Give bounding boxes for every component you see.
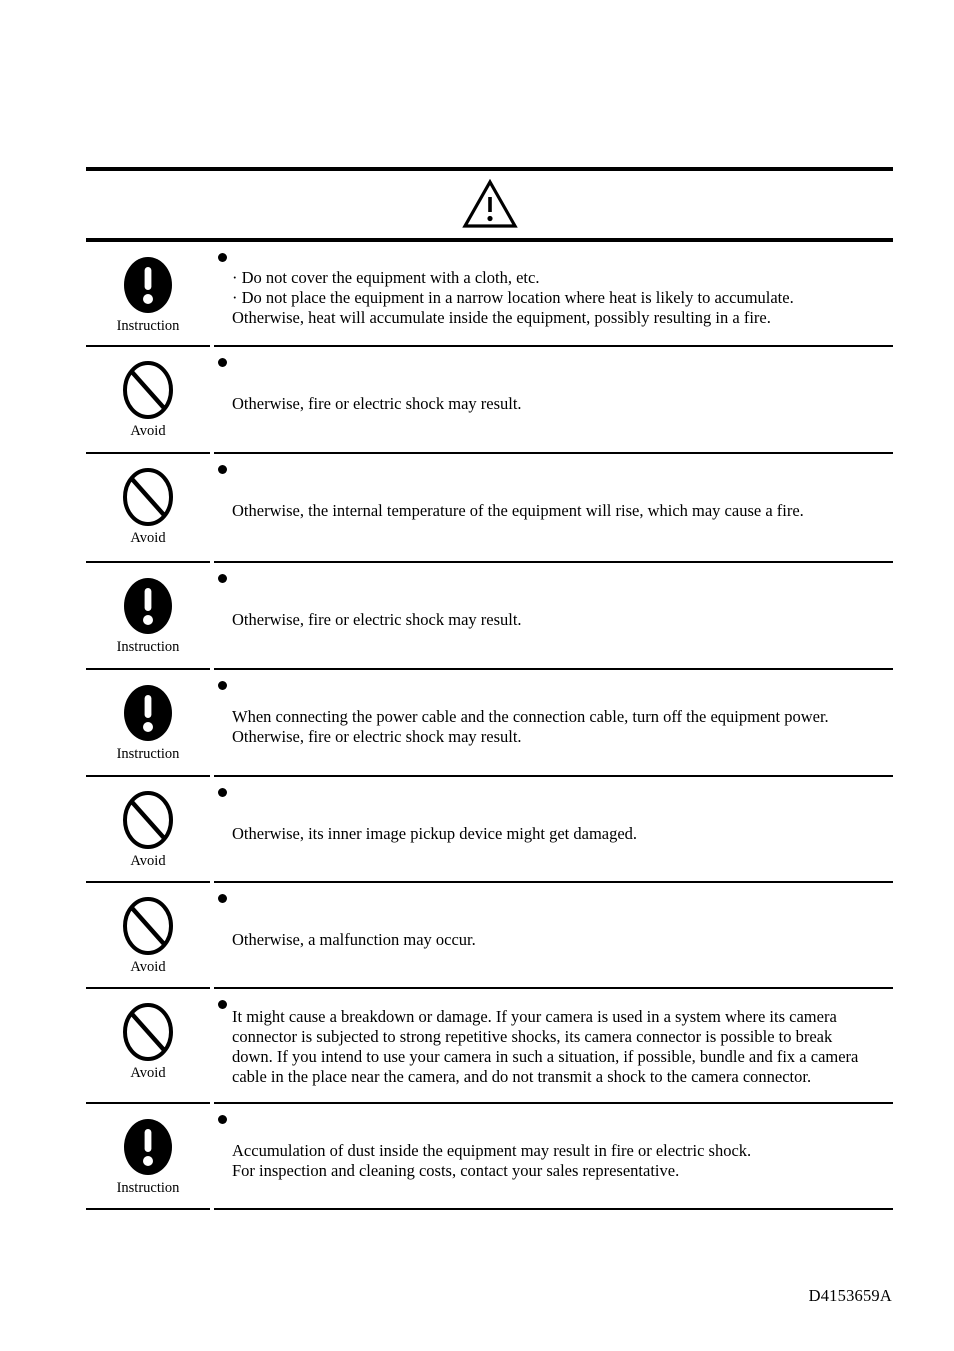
safety-message-line: Accumulation of dust inside the equipmen… (232, 1141, 752, 1160)
safety-message: It might cause a breakdown or damage. If… (232, 989, 887, 1087)
bullet-dot-icon (218, 574, 227, 583)
safety-message: Otherwise, the internal temperature of t… (232, 454, 887, 521)
safety-text-cell: It might cause a breakdown or damage. If… (210, 989, 893, 1102)
safety-row: Avoid Otherwise, fire or electric shock m… (86, 347, 893, 452)
safety-message: Otherwise, fire or electric shock may re… (232, 347, 887, 414)
instruction-icon (124, 1119, 172, 1175)
safety-message: Otherwise, fire or electric shock may re… (232, 563, 887, 630)
safety-text-cell: When connecting the power cable and the … (210, 670, 893, 775)
bullet-dot-icon (218, 1115, 227, 1124)
bullet-dot-icon (218, 894, 227, 903)
safety-message-line: Otherwise, heat will accumulate inside t… (232, 308, 771, 327)
safety-message-line: down. If you intend to use your camera i… (232, 1047, 859, 1066)
safety-icon-label: Instruction (116, 746, 180, 762)
safety-icon-cell: Instruction (86, 1104, 210, 1208)
avoid-icon (123, 791, 173, 849)
safety-message-line: When connecting the power cable and the … (232, 707, 829, 726)
safety-icon-label: Avoid (130, 530, 166, 546)
row-separator (86, 1208, 893, 1210)
safety-icon-cell: Avoid (86, 777, 210, 881)
warning-header-band (86, 171, 893, 238)
row-separator-left (86, 1208, 210, 1210)
safety-message-line: connector is subjected to strong repetit… (232, 1027, 833, 1046)
safety-icon-cell: Instruction (86, 670, 210, 775)
bullet-dot-icon (218, 253, 227, 262)
safety-icon-label: Avoid (130, 1065, 166, 1081)
safety-icon-label: Avoid (130, 853, 166, 869)
safety-icon-cell: Avoid (86, 989, 210, 1102)
avoid-icon (123, 468, 173, 526)
safety-message-line: Otherwise, fire or electric shock may re… (232, 610, 522, 629)
safety-message-line: Otherwise, fire or electric shock may re… (232, 394, 522, 413)
safety-row: Instruction · Do not cover the equipment … (86, 242, 893, 345)
safety-icon-label: Instruction (116, 1180, 180, 1196)
safety-message-line: · Do not cover the equipment with a clot… (232, 268, 540, 287)
safety-message-line: Otherwise, the internal temperature of t… (232, 501, 804, 520)
safety-message-line: cable in the place near the camera, and … (232, 1067, 812, 1086)
safety-text-cell: · Do not cover the equipment with a clot… (210, 242, 893, 345)
safety-message-line: Otherwise, its inner image pickup device… (232, 824, 638, 843)
safety-rows: Instruction · Do not cover the equipment … (86, 242, 893, 1210)
bullet-dot-icon (218, 358, 227, 367)
bullet-dot-icon (218, 465, 227, 474)
safety-text-cell: Otherwise, its inner image pickup device… (210, 777, 893, 881)
bullet-dot-icon (218, 788, 227, 797)
safety-row: Avoid Otherwise, the internal temperature… (86, 454, 893, 561)
safety-row: Instruction Accumulation of dust inside t… (86, 1104, 893, 1208)
safety-message-line: Otherwise, a malfunction may occur. (232, 930, 476, 949)
safety-notice-table: Instruction · Do not cover the equipment … (86, 167, 893, 1210)
safety-text-cell: Otherwise, fire or electric shock may re… (210, 563, 893, 668)
safety-row: Instruction When connecting the power cab… (86, 670, 893, 775)
instruction-icon (124, 685, 172, 741)
safety-icon-cell: Avoid (86, 454, 210, 561)
safety-message-line: · Do not place the equipment in a narrow… (232, 288, 794, 307)
safety-text-cell: Otherwise, fire or electric shock may re… (210, 347, 893, 452)
safety-icon-cell: Instruction (86, 242, 210, 345)
safety-icon-cell: Instruction (86, 563, 210, 668)
document-page: Instruction · Do not cover the equipment … (0, 0, 954, 1351)
safety-message: When connecting the power cable and the … (232, 670, 887, 747)
safety-icon-label: Avoid (130, 423, 166, 439)
safety-icon-label: Avoid (130, 959, 166, 975)
safety-text-cell: Accumulation of dust inside the equipmen… (210, 1104, 893, 1208)
safety-icon-label: Instruction (116, 639, 180, 655)
safety-message-line: For inspection and cleaning costs, conta… (232, 1161, 680, 1180)
bullet-dot-icon (218, 1000, 227, 1009)
safety-icon-label: Instruction (116, 318, 180, 334)
avoid-icon (123, 361, 173, 419)
document-code: D4153659A (808, 1286, 892, 1305)
warning-triangle-icon (461, 179, 518, 228)
safety-row: Avoid Otherwise, a malfunction may occur. (86, 883, 893, 987)
safety-message: Accumulation of dust inside the equipmen… (232, 1104, 887, 1181)
safety-message-line: Otherwise, fire or electric shock may re… (232, 727, 522, 746)
safety-icon-cell: Avoid (86, 883, 210, 987)
safety-row: Avoid It might cause a breakdown or damag… (86, 989, 893, 1102)
safety-message: Otherwise, its inner image pickup device… (232, 777, 887, 844)
safety-row: Avoid Otherwise, its inner image pickup d… (86, 777, 893, 881)
safety-text-cell: Otherwise, a malfunction may occur. (210, 883, 893, 987)
bullet-dot-icon (218, 681, 227, 690)
instruction-icon (124, 257, 172, 313)
safety-row: Instruction Otherwise, fire or electric s… (86, 563, 893, 668)
safety-message: · Do not cover the equipment with a clot… (232, 242, 887, 328)
row-separator-right (214, 1208, 893, 1210)
safety-text-cell: Otherwise, the internal temperature of t… (210, 454, 893, 561)
safety-icon-cell: Avoid (86, 347, 210, 452)
avoid-icon (123, 897, 173, 955)
avoid-icon (123, 1003, 173, 1061)
instruction-icon (124, 578, 172, 634)
safety-message-line: It might cause a breakdown or damage. If… (232, 1007, 837, 1026)
safety-message: Otherwise, a malfunction may occur. (232, 883, 887, 950)
